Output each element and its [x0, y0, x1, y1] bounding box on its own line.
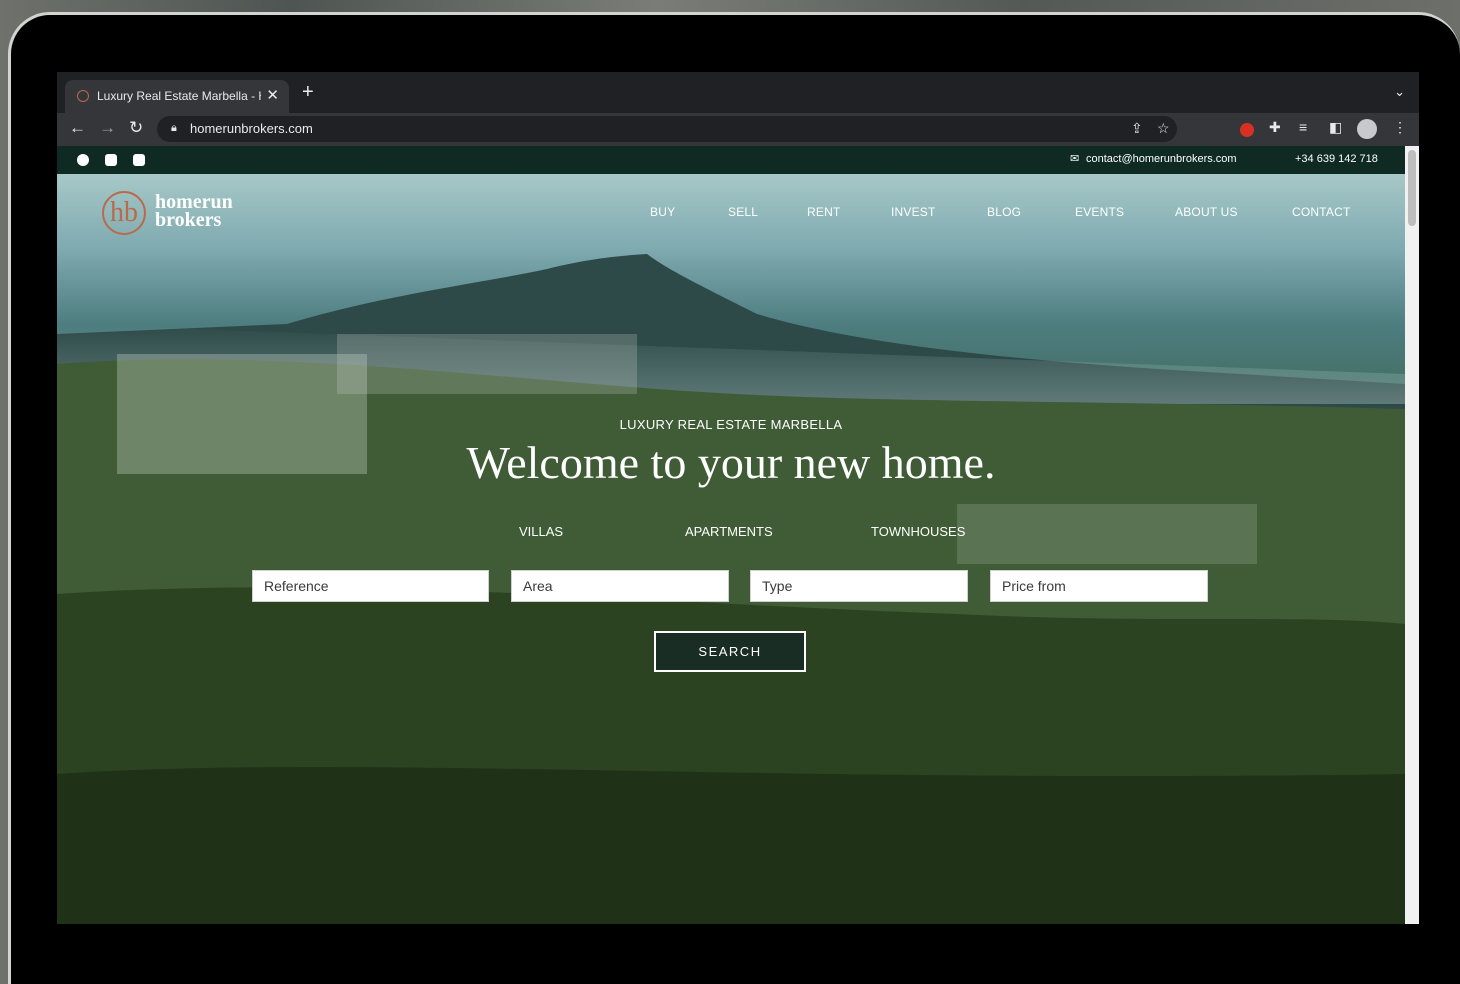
address-url: homerunbrokers.com [190, 121, 313, 136]
browser-toolbar: ← → ↻ 🔒︎ homerunbrokers.com ⇪ ☆ ✚ ≡ ◧ ⋮ [57, 113, 1419, 146]
lock-icon: 🔒︎ [171, 122, 177, 134]
browser-tab[interactable]: Luxury Real Estate Marbella - H ✕ [65, 80, 289, 113]
tab-title: Luxury Real Estate Marbella - H [97, 89, 261, 103]
logo-mark[interactable]: hb [102, 191, 146, 235]
nav-blog[interactable]: BLOG [987, 205, 1021, 219]
nav-rent[interactable]: RENT [807, 205, 840, 219]
nav-sell[interactable]: SELL [728, 205, 758, 219]
hero-eyebrow: LUXURY REAL ESTATE MARBELLA [619, 417, 843, 432]
contact-topbar: ✉ contact@homerunbrokers.com +34 639 142… [57, 146, 1405, 174]
contact-email[interactable]: contact@homerunbrokers.com [1086, 153, 1237, 165]
nav-invest[interactable]: INVEST [891, 205, 936, 219]
area-input[interactable] [511, 570, 729, 602]
hero-section: hb homerun brokers BUY SELL RENT INVEST … [57, 174, 1405, 924]
hero-headline: Welcome to your new home. [466, 437, 996, 488]
category-tab-apartments[interactable]: APARTMENTS [685, 524, 773, 539]
webpage: ✉ contact@homerunbrokers.com +34 639 142… [57, 146, 1405, 924]
share-icon[interactable]: ⇪ [1131, 120, 1143, 137]
extension-shield-icon[interactable] [1240, 123, 1254, 137]
nav-buy[interactable]: BUY [650, 205, 675, 219]
tab-strip: Luxury Real Estate Marbella - H ✕ + ⌄ [57, 72, 1419, 113]
address-bar[interactable]: 🔒︎ homerunbrokers.com ⇪ ☆ [157, 116, 1177, 142]
reload-icon[interactable]: ↻ [129, 118, 143, 138]
scrollbar-thumb[interactable] [1408, 150, 1416, 226]
reference-input[interactable] [252, 570, 489, 602]
tab-search-chevron-icon[interactable]: ⌄ [1394, 84, 1405, 100]
favicon-icon [77, 90, 89, 102]
linkedin-icon[interactable] [133, 154, 145, 166]
reading-list-icon[interactable]: ≡ [1299, 119, 1307, 135]
facebook-icon[interactable] [77, 154, 89, 166]
landscape-illustration [57, 254, 1405, 924]
contact-phone[interactable]: +34 639 142 718 [1295, 153, 1378, 165]
search-button[interactable]: SEARCH [654, 631, 806, 672]
forward-arrow-icon[interactable]: → [99, 118, 116, 138]
page-scrollbar[interactable] [1405, 146, 1419, 924]
category-tab-villas[interactable]: VILLAS [519, 524, 563, 539]
type-input[interactable] [750, 570, 968, 602]
price-from-input[interactable] [990, 570, 1208, 602]
browser-window: Luxury Real Estate Marbella - H ✕ + ⌄ ← … [57, 72, 1419, 924]
back-arrow-icon[interactable]: ← [69, 118, 86, 138]
nav-about-us[interactable]: ABOUT US [1175, 205, 1238, 219]
nav-contact[interactable]: CONTACT [1292, 205, 1351, 219]
tab-close-icon[interactable]: ✕ [266, 86, 279, 104]
mail-icon: ✉ [1070, 153, 1080, 165]
browser-menu-icon[interactable]: ⋮ [1393, 119, 1407, 136]
instagram-icon[interactable] [105, 154, 117, 166]
logo-wordmark[interactable]: homerun brokers [155, 192, 233, 231]
category-tab-townhouses[interactable]: TOWNHOUSES [871, 524, 965, 539]
profile-avatar[interactable] [1357, 119, 1377, 139]
nav-events[interactable]: EVENTS [1075, 205, 1124, 219]
logo-line-2: brokers [155, 209, 222, 231]
extensions-puzzle-icon[interactable]: ✚ [1269, 119, 1281, 136]
side-panel-icon[interactable]: ◧ [1329, 119, 1342, 136]
new-tab-icon[interactable]: + [302, 82, 314, 102]
bookmark-star-icon[interactable]: ☆ [1157, 120, 1170, 137]
